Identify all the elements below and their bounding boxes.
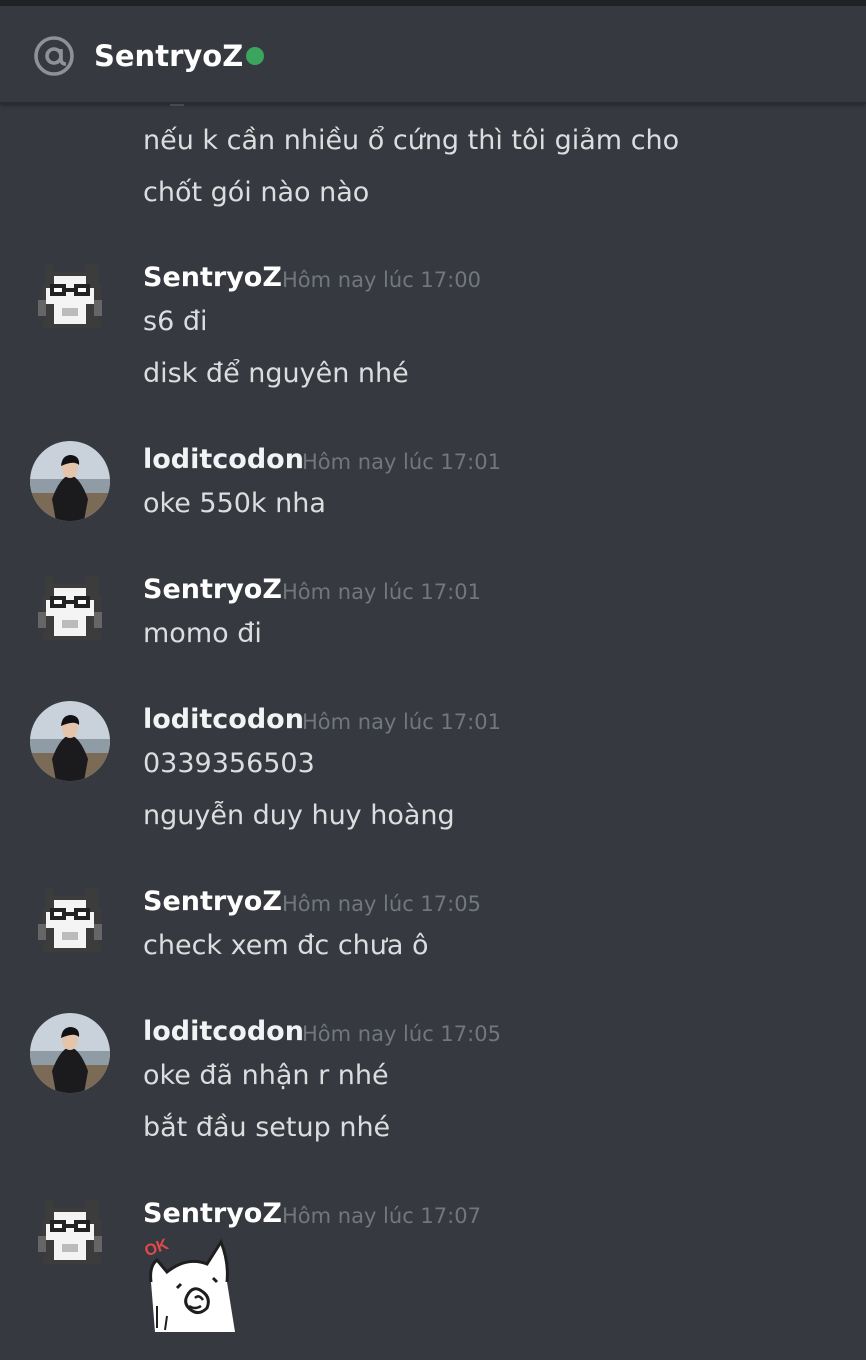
- message-author[interactable]: loditcodon: [143, 1014, 304, 1050]
- loditcodon-avatar[interactable]: [30, 441, 110, 521]
- online-status-icon: [246, 47, 264, 65]
- message-text: chốt gói nào nào: [143, 177, 370, 208]
- message-timestamp: Hôm nay lúc 17:01: [302, 450, 501, 474]
- message-author[interactable]: SentryoZ: [143, 572, 282, 608]
- message-author[interactable]: SentryoZ: [143, 260, 282, 296]
- message-text: momo đi: [143, 618, 262, 649]
- ok-cat-sticker-icon[interactable]: OK: [143, 1236, 239, 1332]
- message-list[interactable]: nếu k cần nhiều ổ cứng thì tôi giảm cho …: [0, 104, 866, 1360]
- sentryoz-avatar[interactable]: [30, 880, 110, 960]
- message-text: nếu k cần nhiều ổ cứng thì tôi giảm cho: [143, 125, 680, 156]
- message-timestamp: Hôm nay lúc 17:05: [282, 892, 481, 916]
- message-timestamp: Hôm nay lúc 17:00: [282, 268, 481, 292]
- loditcodon-avatar[interactable]: [30, 701, 110, 781]
- message-text: nguyễn duy huy hoàng: [143, 800, 455, 831]
- message-text: oke 550k nha: [143, 488, 326, 519]
- message-text: s6 đi: [143, 306, 208, 337]
- sentryoz-avatar[interactable]: [30, 1192, 110, 1272]
- message-timestamp: Hôm nay lúc 17:05: [302, 1022, 501, 1046]
- sentryoz-avatar[interactable]: [30, 568, 110, 648]
- channel-title[interactable]: SentryoZ: [94, 37, 243, 75]
- channel-header: SentryoZ: [0, 6, 866, 104]
- sentryoz-avatar[interactable]: [30, 256, 110, 336]
- loditcodon-avatar[interactable]: [30, 1013, 110, 1093]
- at-sign-icon: [34, 36, 74, 76]
- sticker-ok-text: OK: [143, 1236, 171, 1260]
- message-text: disk để nguyên nhé: [143, 358, 409, 389]
- message-timestamp: Hôm nay lúc 17:07: [282, 1204, 481, 1228]
- message-timestamp: Hôm nay lúc 17:01: [302, 710, 501, 734]
- message-text: 0339356503: [143, 748, 315, 779]
- message-author[interactable]: SentryoZ: [143, 1196, 282, 1232]
- message-text: check xem đc chưa ô: [143, 930, 429, 961]
- message-author[interactable]: loditcodon: [143, 442, 304, 478]
- cutoff-text-fragment: [170, 104, 184, 106]
- message-text: oke đã nhận r nhé: [143, 1060, 389, 1091]
- message-author[interactable]: SentryoZ: [143, 884, 282, 920]
- message-author[interactable]: loditcodon: [143, 702, 304, 738]
- message-timestamp: Hôm nay lúc 17:01: [282, 580, 481, 604]
- message-text: bắt đầu setup nhé: [143, 1112, 391, 1143]
